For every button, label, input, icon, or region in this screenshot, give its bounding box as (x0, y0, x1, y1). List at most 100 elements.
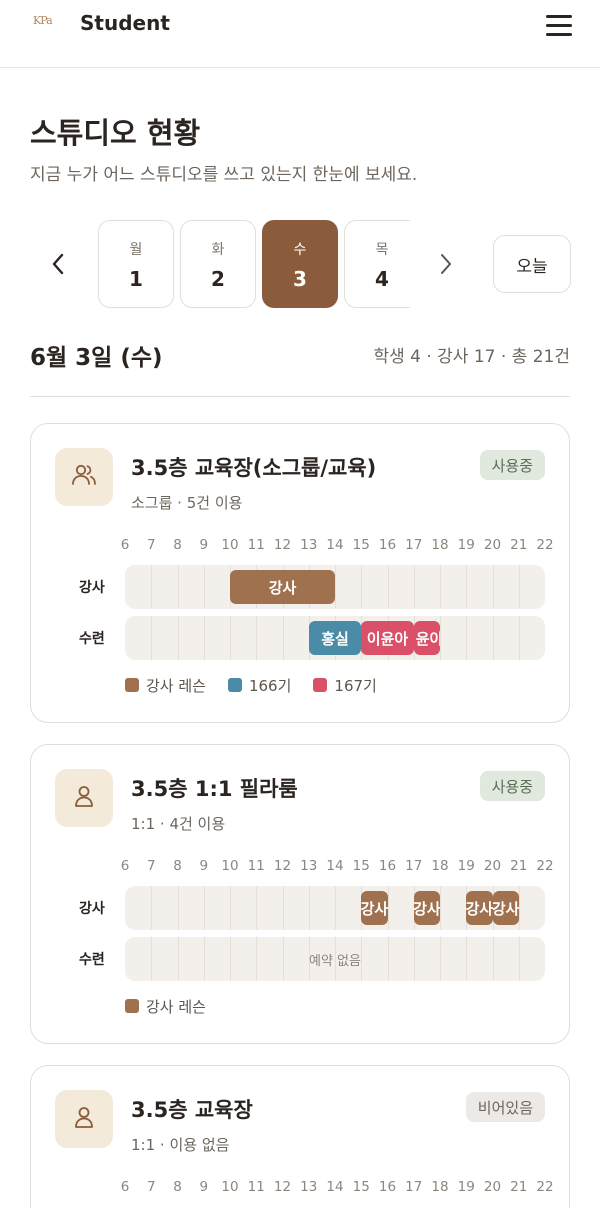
day-selector: 월1화2수3목4 (98, 220, 410, 308)
hour-axis: 6 7 8 9 10 11 12 13 14 15 16 17 18 19 20 21 22 (121, 537, 554, 557)
day-tab[interactable]: 목4 (344, 220, 410, 308)
hour-label: 20 (483, 858, 502, 874)
booking-block[interactable]: 강사 (466, 891, 493, 925)
status-badge: 사용중 (479, 450, 545, 480)
timeline-track: 강사 강사 강사 강사 (125, 886, 545, 930)
studio-card[interactable]: 3.5층 교육장 1:1 · 이용 없음 비어있음 6 7 8 9 10 11 12 13 14 15 1… (30, 1065, 570, 1208)
hour-gridline (361, 565, 363, 609)
hour-label: 19 (457, 858, 475, 874)
timeline-track: 예약 없음 (125, 937, 545, 981)
hour-gridline (440, 565, 441, 609)
hour-label: 21 (510, 858, 528, 874)
legend-label: 강사 레슨 (146, 997, 206, 1016)
day-of-week: 목 (375, 242, 389, 258)
hour-gridline (151, 565, 153, 609)
top-bar: KPa Student (0, 0, 600, 68)
day-number: 3 (293, 267, 307, 291)
day-number: 2 (211, 267, 225, 291)
prev-day-chevron-left-icon[interactable] (43, 249, 73, 279)
hour-gridline (230, 616, 231, 660)
hour-gridline (492, 565, 494, 609)
no-reservation-text: 예약 없음 (309, 953, 361, 969)
hour-gridline (466, 565, 468, 609)
studio-subtitle: 1:1 · 이용 없음 (131, 1136, 230, 1154)
hour-gridline (256, 886, 258, 930)
legend-swatch (313, 678, 328, 692)
booking-block[interactable]: 강사 (492, 891, 519, 925)
divider (30, 396, 570, 397)
booking-block[interactable]: |윤아 (413, 621, 440, 655)
hour-label: 19 (457, 537, 475, 553)
hour-gridline (177, 616, 179, 660)
hour-gridline (518, 616, 520, 660)
studio-card[interactable]: 3.5층 1:1 필라룸 1:1 · 4건 이용 사용중 6 7 8 9 10 11 12 13 14… (30, 744, 570, 1044)
status-badge: 사용중 (479, 771, 545, 801)
hour-label: 8 (173, 1179, 182, 1195)
instructor-row-label: 강사 (79, 901, 105, 917)
hour-label: 20 (483, 1179, 502, 1195)
hour-label: 17 (405, 537, 423, 553)
hour-label: 18 (431, 537, 449, 553)
status-badge: 비어있음 (465, 1092, 545, 1122)
studio-card[interactable]: 3.5층 교육장(소그룹/교육) 소그룹 · 5건 이용 사용중 6 7 8 9 10 11 12… (30, 423, 570, 723)
hour-label: 20 (483, 537, 502, 553)
booking-block[interactable]: 강사 (230, 570, 335, 604)
app-logo[interactable]: KPa (33, 14, 57, 34)
hour-label: 13 (300, 537, 318, 553)
hour-label: 9 (199, 1179, 209, 1195)
hour-label: 17 (405, 1179, 423, 1195)
today-button[interactable]: 오늘 (493, 235, 571, 293)
legend: 강사 레슨 (125, 996, 228, 1016)
hour-label: 10 (221, 537, 239, 553)
day-tab[interactable]: 화2 (180, 220, 256, 308)
hour-gridline (335, 565, 336, 609)
next-day-chevron-right-icon[interactable] (431, 249, 461, 279)
hour-gridline (440, 886, 441, 930)
hour-label: 16 (378, 537, 397, 553)
timeline-track: 강사 (125, 565, 545, 609)
day-of-week: 화 (211, 242, 225, 258)
day-tab[interactable]: 월1 (98, 220, 174, 308)
hour-label: 22 (536, 537, 554, 553)
legend-swatch (227, 678, 242, 692)
hour-label: 6 (120, 537, 130, 553)
studio-icon-box (55, 1090, 113, 1148)
studio-subtitle: 소그룹 · 5건 이용 (131, 494, 243, 512)
hour-label: 12 (273, 858, 292, 874)
hour-label: 13 (300, 858, 318, 874)
booking-block[interactable]: 홍실 (308, 621, 362, 655)
hour-label: 15 (352, 858, 370, 874)
hour-gridline (387, 886, 389, 930)
hour-gridline (256, 616, 258, 660)
hour-label: 22 (536, 858, 554, 874)
instructor-row-label: 강사 (79, 580, 105, 596)
hour-gridline (335, 886, 336, 930)
hour-axis: 6 7 8 9 10 11 12 13 14 15 16 17 18 19 20 21 22 (121, 858, 554, 878)
hour-label: 6 (120, 858, 130, 874)
hour-label: 11 (247, 537, 265, 553)
page-subtitle: 지금 누가 어느 스튜디오를 쓰고 있는지 한눈에 보세요. (30, 165, 418, 185)
hamburger-menu-icon[interactable] (544, 12, 574, 38)
booking-block[interactable]: 강사 (361, 891, 388, 925)
hour-gridline (151, 616, 153, 660)
practice-row-label: 수련 (79, 631, 105, 647)
hour-label: 13 (300, 1179, 318, 1195)
studio-title: 3.5층 교육장 (131, 1098, 253, 1122)
hour-gridline (203, 886, 205, 930)
legend-label: 강사 레슨 (146, 676, 206, 695)
legend-label: 167기 (334, 676, 377, 695)
booking-block[interactable]: 이윤아 (361, 621, 414, 655)
legend-item: 167기 (313, 675, 377, 696)
hour-label: 22 (536, 1179, 554, 1195)
hour-label: 14 (326, 537, 344, 553)
day-tab[interactable]: 수3 (262, 220, 338, 308)
studio-icon-box (55, 448, 113, 506)
hour-label: 21 (510, 537, 528, 553)
day-of-week: 월 (129, 242, 143, 258)
hour-label: 7 (146, 1179, 156, 1195)
hour-label: 17 (405, 858, 423, 874)
studio-title: 3.5층 1:1 필라룸 (131, 777, 298, 801)
hour-label: 15 (352, 1179, 370, 1195)
hour-label: 10 (221, 1179, 239, 1195)
booking-block[interactable]: 강사 (413, 891, 440, 925)
